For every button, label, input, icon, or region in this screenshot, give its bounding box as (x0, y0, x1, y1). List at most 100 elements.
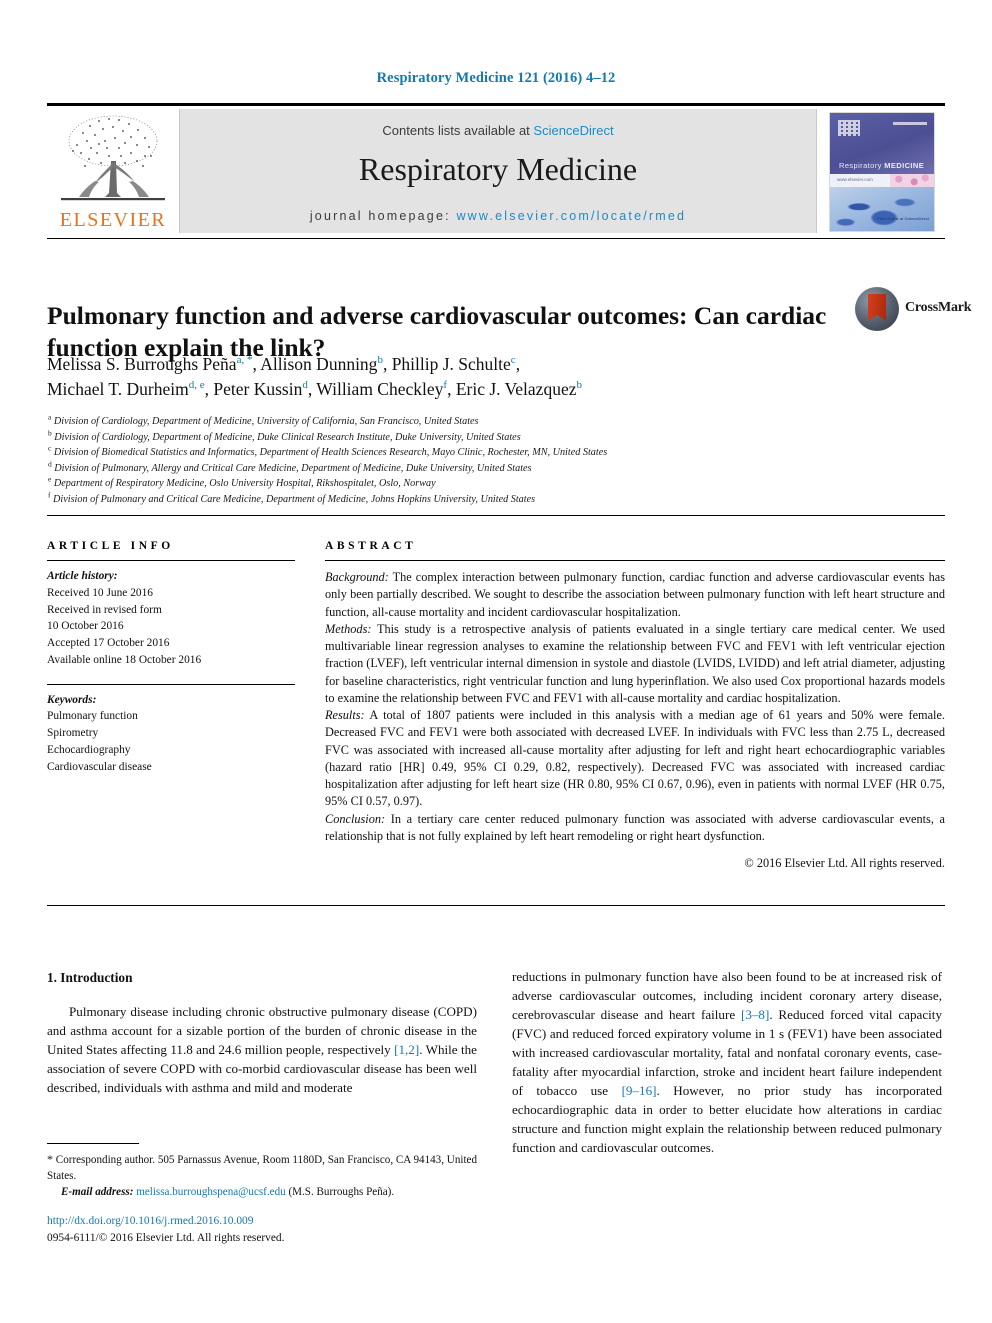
cover-title-light: Respiratory (839, 161, 885, 171)
cover-journal-title: Respiratory MEDICINE (839, 161, 924, 170)
author-name: Peter Kussin (213, 379, 303, 400)
history-item: Available online 18 October 2016 (47, 653, 202, 666)
introduction-right-column: reductions in pulmonary function have al… (512, 968, 942, 1158)
abstract-section-label: Conclusion: (325, 811, 386, 826)
footnote-divider (47, 1143, 139, 1144)
cover-header-rule (893, 122, 927, 125)
affiliation-item: b Division of Cardiology, Department of … (48, 428, 928, 446)
crossmark-ribbon-icon (868, 294, 886, 321)
elsevier-wordmark: ELSEVIER (59, 209, 167, 231)
abstract-copyright: © 2016 Elsevier Ltd. All rights reserved… (744, 856, 945, 871)
cover-swatch-image (890, 174, 934, 188)
email-link[interactable]: melissa.burroughspena@ucsf.edu (136, 1186, 285, 1198)
cover-microscopy-photo: Free on-line at ScienceDirect (830, 187, 934, 231)
author-item[interactable]: Eric J. Velazquezb (456, 379, 582, 399)
email-suffix: (M.S. Burroughs Peña). (285, 1185, 395, 1198)
corresponding-author-text: Corresponding author. 505 Parnassus Aven… (47, 1154, 477, 1182)
abstract-top-divider (47, 515, 945, 516)
introduction-paragraph-continued: reductions in pulmonary function have al… (512, 968, 942, 1158)
homepage-url-link[interactable]: www.elsevier.com/locate/rmed (456, 209, 686, 223)
affiliation-list: a Division of Cardiology, Department of … (48, 413, 928, 508)
abstract-section: Methods: This study is a retrospective a… (325, 621, 945, 707)
footer-block: http://dx.doi.org/10.1016/j.rmed.2016.10… (47, 1213, 507, 1247)
abstract-section-label: Background: (325, 570, 389, 584)
abstract-rule (325, 560, 945, 561)
elsevier-tree-icon (55, 111, 171, 207)
affiliation-mark: e (48, 474, 52, 484)
keywords-block: Keywords: Pulmonary function Spirometry … (47, 692, 295, 776)
author-item[interactable]: Phillip J. Schultec (392, 354, 516, 374)
journal-masthead: ELSEVIER Contents lists available at Sci… (47, 103, 945, 233)
author-affil-mark[interactable]: b (576, 380, 582, 392)
author-item[interactable]: Peter Kussind (213, 379, 307, 399)
author-sep: , (447, 379, 456, 400)
author-item[interactable]: Melissa S. Burroughs Peñaa, * (47, 354, 252, 374)
keyword-item: Echocardiography (47, 743, 131, 756)
affiliation-text: Division of Cardiology, Department of Me… (53, 416, 479, 427)
journal-homepage-line: journal homepage: www.elsevier.com/locat… (180, 209, 816, 223)
affiliation-item: a Division of Cardiology, Department of … (48, 413, 928, 430)
journal-title: Respiratory Medicine (358, 151, 638, 187)
author-item[interactable]: Allison Dunningb (260, 354, 383, 374)
sciencedirect-link[interactable]: ScienceDirect (533, 123, 613, 138)
abstract-body: Background: The complex interaction betw… (325, 569, 945, 845)
abstract-section-label: Results: (325, 708, 365, 723)
doi-link[interactable]: http://dx.doi.org/10.1016/j.rmed.2016.10… (47, 1213, 507, 1230)
article-history-label: Article history: (47, 570, 118, 582)
crossmark-circle-icon (855, 287, 899, 331)
cover-photo-caption: Free on-line at ScienceDirect (877, 215, 929, 221)
citation-link[interactable]: [3–8] (741, 1007, 769, 1022)
crossmark-label: CrossMark (905, 300, 972, 315)
history-item: Accepted 17 October 2016 (47, 637, 170, 650)
abstract-bottom-divider (47, 905, 945, 906)
article-info-rule (47, 560, 295, 561)
affiliation-mark: c (48, 443, 52, 453)
email-label: E-mail address: (61, 1185, 134, 1198)
running-head: Respiratory Medicine 121 (2016) 4–12 (376, 70, 616, 86)
journal-cover-thumbnail[interactable]: Respiratory MEDICINE www.elsevier.com Fr… (817, 109, 945, 233)
article-info-column: ARTICLE INFO Article history: Received 1… (47, 540, 295, 775)
citation-link[interactable]: [9–16] (622, 1083, 657, 1098)
keyword-item: Cardiovascular disease (47, 760, 152, 773)
homepage-prefix: journal homepage: (309, 209, 457, 223)
author-list: Melissa S. Burroughs Peñaa, *, Allison D… (47, 352, 837, 403)
affiliation-mark: d (48, 459, 52, 469)
abstract-column: ABSTRACT Background: The complex interac… (325, 540, 945, 871)
paper-page: Respiratory Medicine 121 (2016) 4–12 ELS… (0, 0, 992, 1323)
abstract-section-text: The complex interaction between pulmonar… (325, 570, 945, 619)
cover-url-text: www.elsevier.com (837, 177, 873, 183)
author-item[interactable]: William Checkleyf (316, 379, 447, 399)
author-name: Allison Dunning (260, 354, 378, 374)
author-affil-mark[interactable]: a, * (237, 354, 253, 366)
issn-copyright-line: 0954-6111/© 2016 Elsevier Ltd. All right… (47, 1232, 285, 1245)
abstract-section: Background: The complex interaction betw… (325, 569, 945, 621)
keyword-item: Pulmonary function (47, 710, 138, 723)
article-history-block: Article history: Received 10 June 2016 R… (47, 568, 295, 669)
keyword-item: Spirometry (47, 727, 99, 740)
contents-prefix: Contents lists available at (382, 123, 534, 138)
author-sep: , (382, 354, 392, 374)
affiliation-text: Division of Pulmonary and Critical Care … (53, 493, 536, 505)
author-affil-mark[interactable]: d, e (189, 380, 205, 392)
author-item[interactable]: Michael T. Durheimd, e (47, 379, 205, 399)
article-info-heading: ARTICLE INFO (47, 540, 174, 552)
author-name: William Checkley (316, 379, 444, 400)
affiliation-item: c Division of Biomedical Statistics and … (48, 443, 928, 461)
crossmark-badge[interactable]: CrossMark (855, 287, 972, 333)
cover-url-bar: www.elsevier.com (830, 174, 934, 188)
corresponding-author-footnote: * Corresponding author. 505 Parnassus Av… (47, 1151, 477, 1200)
abstract-section-text: This study is a retrospective analysis o… (325, 621, 946, 705)
abstract-section: Conclusion: In a tertiary care center re… (325, 811, 945, 846)
history-item: Received 10 June 2016 (47, 586, 153, 599)
author-name: Melissa S. Burroughs Peña (47, 354, 237, 374)
introduction-left-column: 1. Introduction Pulmonary disease includ… (47, 968, 477, 1098)
abstract-section-text: In a tertiary care center reduced pulmon… (325, 811, 945, 843)
affiliation-mark: b (48, 428, 52, 438)
cover-image: Respiratory MEDICINE www.elsevier.com Fr… (829, 112, 935, 232)
keywords-label: Keywords: (47, 693, 97, 706)
cover-grid-icon (838, 120, 860, 136)
abstract-heading: ABSTRACT (325, 540, 417, 552)
introduction-heading: 1. Introduction (47, 970, 133, 985)
affiliation-item: f Division of Pulmonary and Critical Car… (48, 491, 928, 508)
citation-link[interactable]: [1,2] (394, 1042, 419, 1057)
